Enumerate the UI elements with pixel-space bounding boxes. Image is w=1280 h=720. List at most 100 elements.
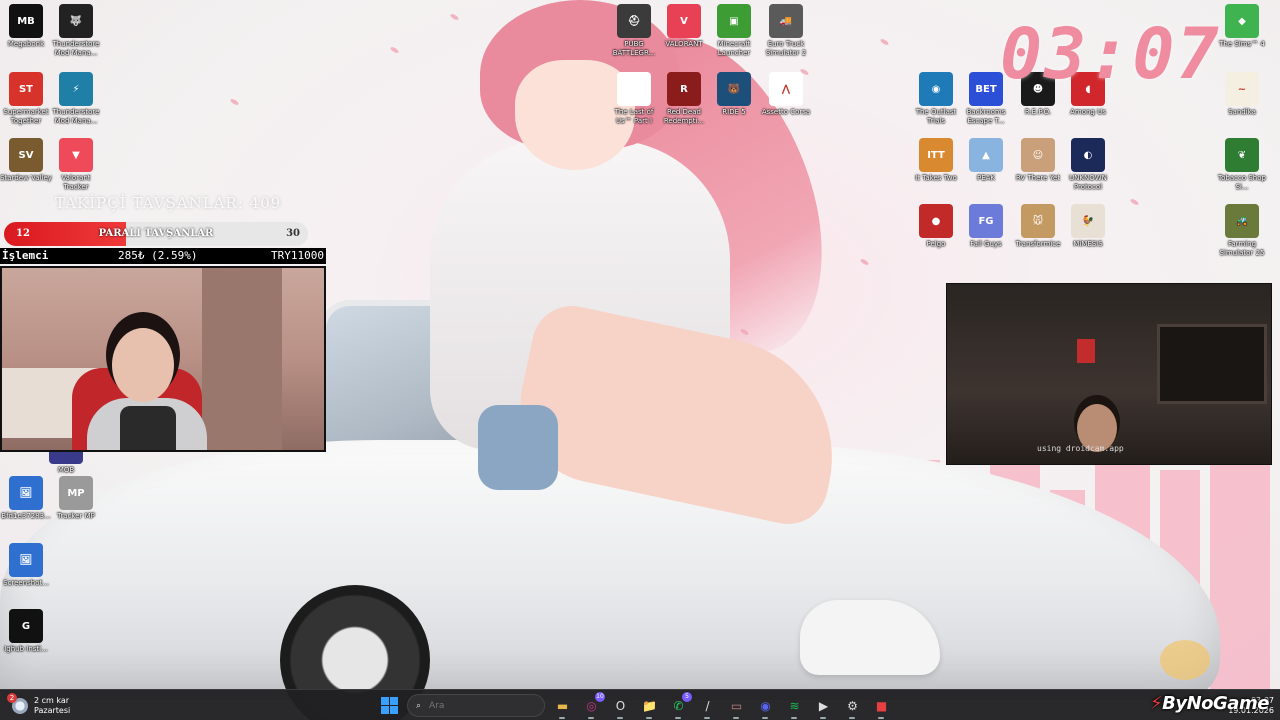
photos-button[interactable]: ▭ — [725, 694, 748, 719]
desktop-shortcut[interactable]: ◉ The Outlast Trials — [910, 72, 962, 126]
weather-badge: 2 — [7, 692, 17, 703]
search-input[interactable] — [429, 700, 520, 711]
desktop-shortcut[interactable]: R Red Dead Redempti... — [658, 72, 710, 126]
desktop-shortcut[interactable]: ◐ UNKNOWN Protocol — [1062, 138, 1114, 192]
desktop-shortcut[interactable]: ⛑ PUBG BATTLEGR... — [608, 4, 660, 58]
desktop-shortcut[interactable]: ITT It Takes Two — [910, 138, 962, 183]
megabonk-icon: MB — [9, 4, 43, 38]
desktop-shortcut[interactable]: 🐓 MiMESIS — [1062, 204, 1114, 249]
pubg-icon: ⛑ — [617, 4, 651, 38]
steam-button[interactable]: ⚙ — [841, 694, 864, 719]
desktop-shortcut[interactable]: ST Supermarket Together — [0, 72, 52, 126]
weather-widget[interactable]: 2 2 cm kar Pazartesi — [7, 692, 71, 718]
sub-goal-target: 30 — [286, 228, 300, 239]
weather-day: Pazartesi — [34, 705, 71, 715]
desktop-shortcut-label: Megabonk — [7, 40, 45, 48]
supermarket-icon: ST — [9, 72, 43, 106]
play-icon: ▶ — [818, 698, 829, 713]
desktop-shortcut[interactable]: ● Pelgo — [910, 204, 962, 249]
desktop-shortcut-label: Thunderstore Mod Mana... — [52, 40, 100, 57]
desktop-shortcut[interactable]: G Ighub Insti... — [0, 609, 52, 654]
desktop-shortcut-label: VALORANT — [665, 40, 703, 48]
rdr-icon: R — [667, 72, 701, 106]
backrooms-icon: BET — [969, 72, 1003, 106]
farming-icon: 🚜 — [1225, 204, 1259, 238]
file-explorer-button[interactable]: ▬ — [551, 694, 574, 719]
recorder-button[interactable]: ■ — [870, 694, 893, 719]
desktop-shortcut[interactable]: SV Stardew Valley — [0, 138, 52, 183]
ticker-total: TRY11000 — [271, 249, 324, 262]
folder-button[interactable]: 📁 — [638, 694, 661, 719]
ticker-change: 285₺ (2.59%) — [118, 249, 198, 262]
ride5-icon: 🐻 — [717, 72, 751, 106]
desktop-shortcut[interactable]: MB Megabonk — [0, 4, 52, 49]
opera-button[interactable]: O — [609, 694, 632, 719]
desktop-shortcut[interactable]: 🐺 Thunderstore Mod Mana... — [50, 4, 102, 58]
desktop-shortcut-label: Valorant Tracker — [61, 174, 91, 191]
desktop-shortcut[interactable]: 🚜 Farming Simulator 25 — [1216, 204, 1268, 258]
streamer-webcam — [0, 266, 326, 452]
desktop-clock-widget: 03:07 — [1000, 13, 1221, 95]
fallguys-icon: FG — [969, 204, 1003, 238]
brush-icon: / — [705, 698, 710, 713]
desktop-shortcut[interactable]: 🖼 Screenshot... — [0, 543, 52, 588]
desktop-shortcut-label: PEAK — [976, 174, 996, 182]
taskbar-center: ⌕ ▬ ◎10 O 📁 ✆5 / ▭ ◉ ≋ ▶ ⚙ ■ — [378, 692, 893, 719]
file-icon: 🖼 — [9, 476, 43, 510]
desktop-shortcut[interactable]: 🖼 Bfd1e37283... — [0, 476, 52, 521]
notification-badge: 10 — [595, 692, 605, 702]
desktop-shortcut[interactable]: 🐭 Transformice — [1012, 204, 1064, 249]
whatsapp-icon: ✆ — [673, 698, 684, 713]
whatsapp-button[interactable]: ✆ 5 — [667, 692, 692, 719]
desktop-shortcut[interactable]: ▼ Valorant Tracker — [50, 138, 102, 192]
desktop-shortcut[interactable]: ▲ PEAK — [960, 138, 1012, 183]
game-launcher-button[interactable]: ▶ — [812, 694, 835, 719]
desktop-shortcut-label: The Last of Us™ Part I — [614, 108, 654, 125]
spotify-icon: ≋ — [789, 698, 800, 713]
transformice-icon: 🐭 — [1021, 204, 1055, 238]
desktop-shortcut[interactable]: ⋀ Assetto Corsa — [760, 72, 812, 117]
bynogame-logo-icon: ⚡ — [1150, 693, 1163, 714]
rvthereyet-icon: ☺ — [1021, 138, 1055, 172]
taskbar: 2 2 cm kar Pazartesi ⌕ ▬◎10O📁✆5/▭◉≋▶⚙■ 0… — [0, 689, 1280, 720]
desktop-shortcut-label: RIDE 5 — [722, 108, 746, 116]
desktop-shortcut[interactable]: 🐻 RIDE 5 — [708, 72, 760, 117]
unknown-protocol-icon: ◐ — [1071, 138, 1105, 172]
desktop-shortcut-label: Tracker MP — [57, 512, 95, 520]
sub-goal-bar: 12 PARALI TAVŞANLAR 30 — [4, 222, 308, 246]
desktop-shortcut[interactable]: ⚡ Thunderstore Mod Mana... — [50, 72, 102, 126]
desktop-shortcut-label: Sandika — [1228, 108, 1256, 116]
desktop-shortcut-label: Tobacco Shop Si... — [1218, 174, 1266, 191]
desktop-shortcut[interactable]: ☺ RV There Yet — [1012, 138, 1064, 183]
desktop-shortcut-label: Farming Simulator 25 — [1219, 240, 1265, 257]
start-button[interactable] — [378, 694, 401, 717]
instagram-icon: ◎ — [586, 698, 597, 713]
desktop-shortcut-label: Bfd1e37283... — [1, 512, 51, 520]
desktop-shortcut[interactable]: ▣ Minecraft Launcher — [708, 4, 760, 58]
desktop-shortcut-label: Fall Guys — [970, 240, 1002, 248]
desktop-shortcut[interactable]: V VALORANT — [658, 4, 710, 49]
instagram-button[interactable]: ◎ 10 — [580, 692, 605, 719]
desktop-shortcut[interactable]: ❦ Tobacco Shop Si... — [1216, 138, 1268, 192]
valorant-tracker-icon: ▼ — [59, 138, 93, 172]
folder-icon: 📁 — [642, 698, 657, 713]
desktop-shortcut[interactable]: 🚚 Euro Truck Simulator 2 — [760, 4, 812, 58]
app-red-button[interactable]: / — [696, 694, 719, 719]
search-box[interactable]: ⌕ — [407, 694, 545, 717]
desktop-shortcut[interactable]: MP Tracker MP — [50, 476, 102, 521]
discord-button[interactable]: ◉ — [754, 694, 777, 719]
desktop-shortcut-label: Transformice — [1015, 240, 1061, 248]
ticker-label: İşlemci — [2, 249, 49, 262]
desktop-shortcut-label: The Outlast Trials — [915, 108, 957, 125]
spotify-button[interactable]: ≋ — [783, 694, 806, 719]
desktop-shortcut-label: Supermarket Together — [3, 108, 49, 125]
taskbar-apps: ▬ ◎ 10 O 📁 ✆ 5 / ▭ ◉ ≋ ▶ ⚙ ■ — [551, 692, 893, 719]
notification-badge: 5 — [682, 692, 692, 702]
minecraft-icon: ▣ — [717, 4, 751, 38]
desktop-shortcut[interactable]: FG Fall Guys — [960, 204, 1012, 249]
desktop-shortcut[interactable]: The Last of Us™ Part I — [608, 72, 660, 126]
screenshot-file-icon: 🖼 — [9, 543, 43, 577]
webcam-caption: using droidcam.app — [1037, 444, 1124, 453]
search-icon: ⌕ — [416, 700, 422, 711]
snow-cloud-icon: 2 — [7, 692, 28, 714]
